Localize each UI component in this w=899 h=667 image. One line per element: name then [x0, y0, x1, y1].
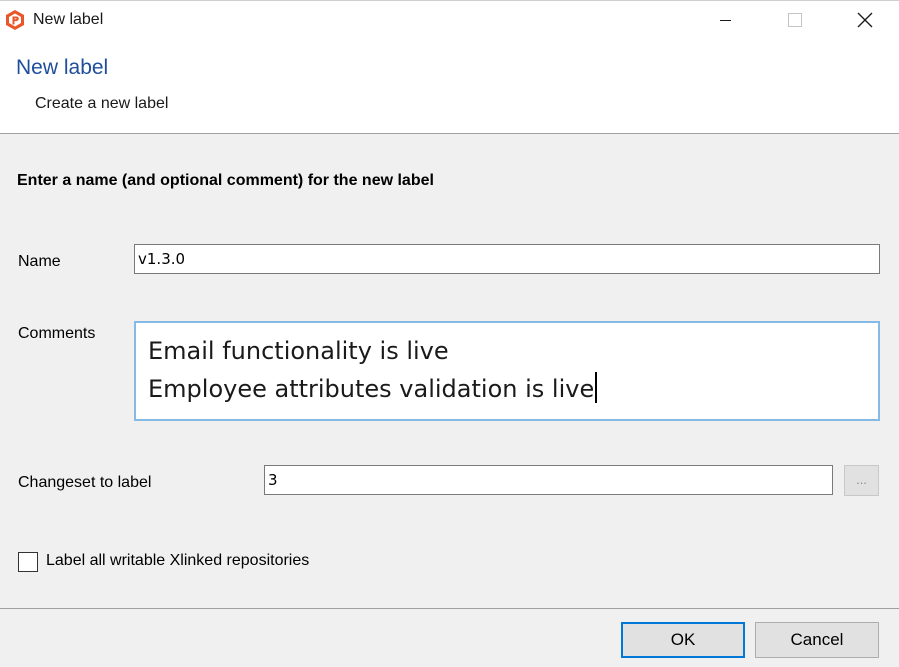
changeset-input[interactable]: 3 [264, 465, 833, 495]
xlinked-checkbox[interactable] [18, 552, 38, 572]
comments-label: Comments [18, 325, 96, 342]
ok-button[interactable]: OK [621, 622, 745, 658]
maximize-button[interactable] [771, 1, 817, 39]
window-title: New label [33, 11, 104, 28]
comments-line-1: Email functionality is live [148, 337, 449, 365]
text-caret [595, 372, 598, 403]
close-button[interactable] [842, 1, 888, 39]
new-label-dialog: New label New label Create a new label E… [0, 0, 899, 667]
name-input[interactable]: v1.3.0 [134, 244, 880, 274]
cancel-button[interactable]: Cancel [755, 622, 879, 658]
plastic-scm-logo-icon [4, 9, 26, 31]
comments-textarea[interactable]: Email functionality is live Employee att… [134, 321, 880, 421]
dialog-header: New label Create a new label [0, 39, 899, 134]
browse-changeset-button[interactable]: ... [844, 465, 879, 496]
maximize-icon [788, 13, 802, 27]
title-bar: New label [0, 0, 899, 39]
changeset-label: Changeset to label [18, 474, 152, 491]
name-label: Name [18, 253, 61, 270]
xlinked-checkbox-label[interactable]: Label all writable Xlinked repositories [46, 552, 309, 570]
minimize-icon [720, 20, 731, 21]
comments-line-2-text: Employee attributes validation is live [148, 375, 595, 403]
header-title: New label [16, 56, 109, 79]
close-icon [857, 12, 873, 28]
dialog-footer: OK Cancel [0, 608, 899, 667]
header-subtitle: Create a new label [35, 95, 169, 112]
minimize-button[interactable] [703, 1, 749, 39]
instruction-text: Enter a name (and optional comment) for … [17, 172, 434, 189]
comments-line-2: Employee attributes validation is live [148, 370, 866, 408]
